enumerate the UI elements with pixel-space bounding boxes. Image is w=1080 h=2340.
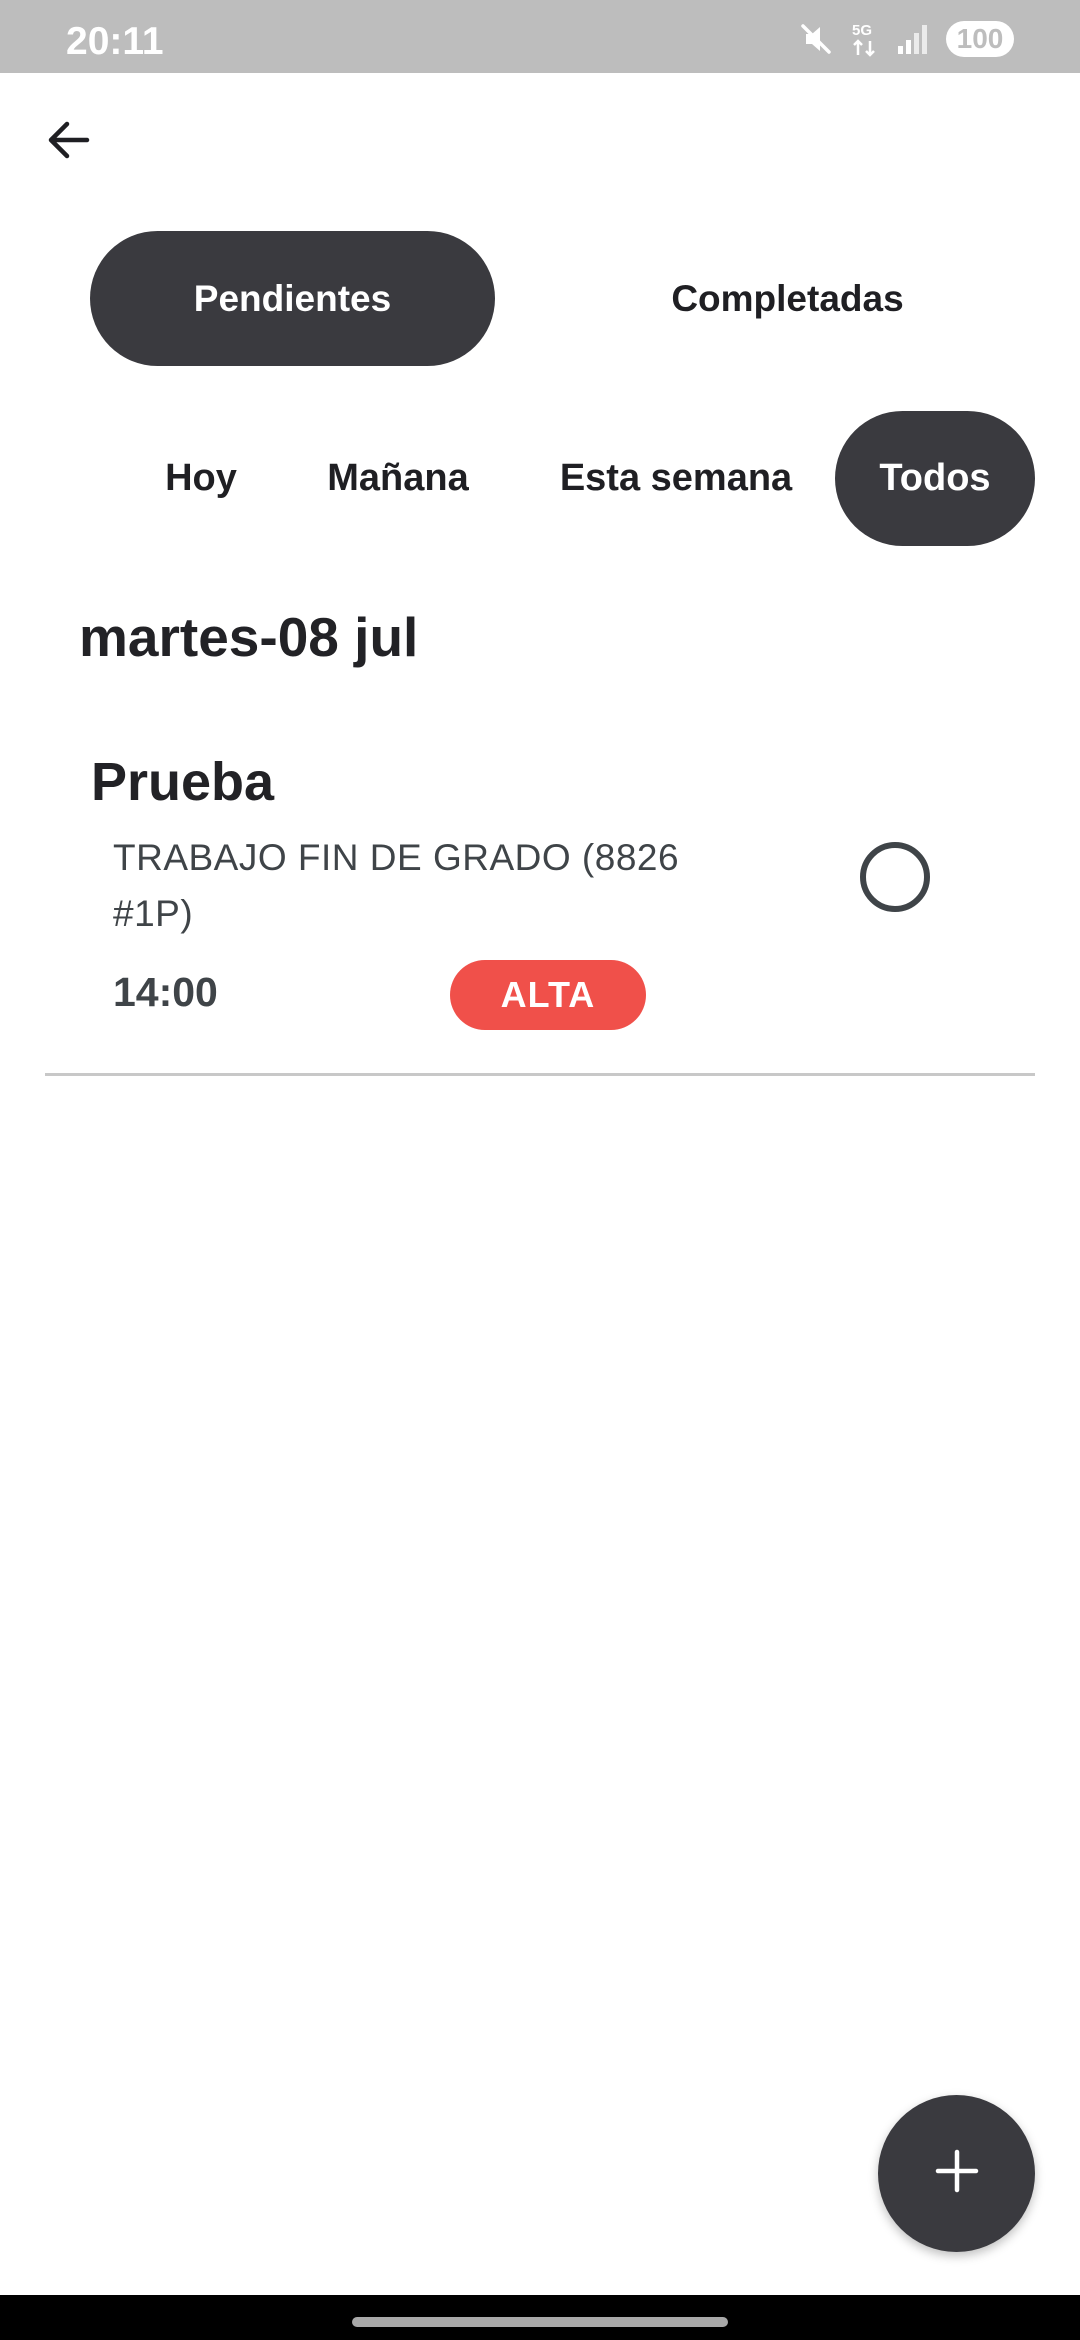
status-time: 20:11 — [66, 20, 164, 63]
divider — [45, 1073, 1035, 1076]
task-item[interactable]: Prueba TRABAJO FIN DE GRADO (8826 #1P) 1… — [45, 740, 1035, 1074]
5g-data-icon: 5G — [850, 20, 880, 58]
battery-icon: 100 — [946, 21, 1014, 57]
priority-badge: ALTA — [450, 960, 646, 1030]
plus-icon — [935, 2149, 979, 2198]
filter-hoy[interactable]: Hoy — [140, 411, 262, 546]
status-icons: 5G 100 — [798, 20, 1014, 58]
home-indicator[interactable] — [352, 2317, 728, 2327]
filter-todos[interactable]: Todos — [835, 411, 1035, 546]
filter-esta-semana[interactable]: Esta semana — [540, 411, 812, 546]
filter-manana[interactable]: Mañana — [312, 411, 484, 546]
network-type-label: 5G — [852, 22, 872, 39]
complete-checkbox[interactable] — [860, 842, 930, 912]
back-button[interactable] — [36, 110, 100, 174]
tab-pendientes[interactable]: Pendientes — [90, 231, 495, 366]
task-title: Prueba — [91, 752, 275, 812]
date-group-heading: martes-08 jul — [79, 606, 419, 668]
arrow-left-icon — [43, 115, 93, 170]
tab-completadas[interactable]: Completadas — [585, 231, 990, 366]
add-task-button[interactable] — [878, 2095, 1035, 2252]
task-time: 14:00 — [113, 969, 218, 1015]
mute-icon — [798, 21, 834, 57]
signal-icon — [896, 22, 930, 56]
status-bar: 20:11 5G 100 — [0, 0, 1080, 73]
task-subject: TRABAJO FIN DE GRADO (8826 #1P) — [113, 837, 680, 934]
